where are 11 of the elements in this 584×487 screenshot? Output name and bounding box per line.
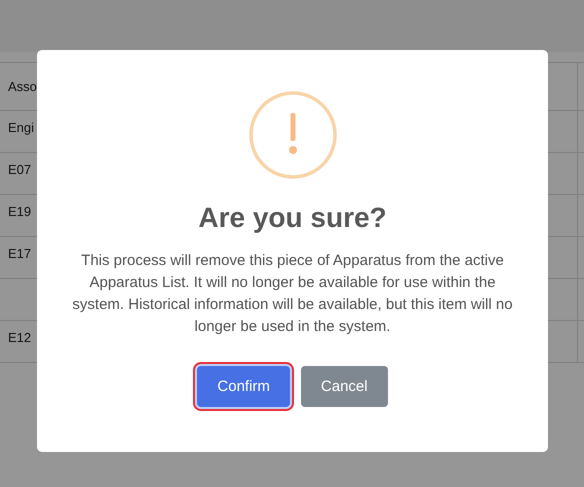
dialog-title: Are you sure? [198, 202, 387, 234]
table-cell: E07 [8, 162, 32, 177]
cancel-button[interactable]: Cancel [300, 366, 388, 407]
confirm-button[interactable]: Confirm [197, 366, 290, 407]
warning-icon [248, 90, 338, 180]
table-cell: E19 [8, 204, 32, 219]
column-header: Asso [8, 79, 37, 94]
table-cell: Engi [8, 120, 34, 135]
table-cell: E12 [8, 330, 32, 345]
table-cell: E17 [8, 246, 32, 261]
dialog-message: This process will remove this piece of Apparatus from the active Apparatus List. It will no longer be available for use within the system. Historical information will be available, but this item will no longer be used in the system. [71, 251, 514, 337]
